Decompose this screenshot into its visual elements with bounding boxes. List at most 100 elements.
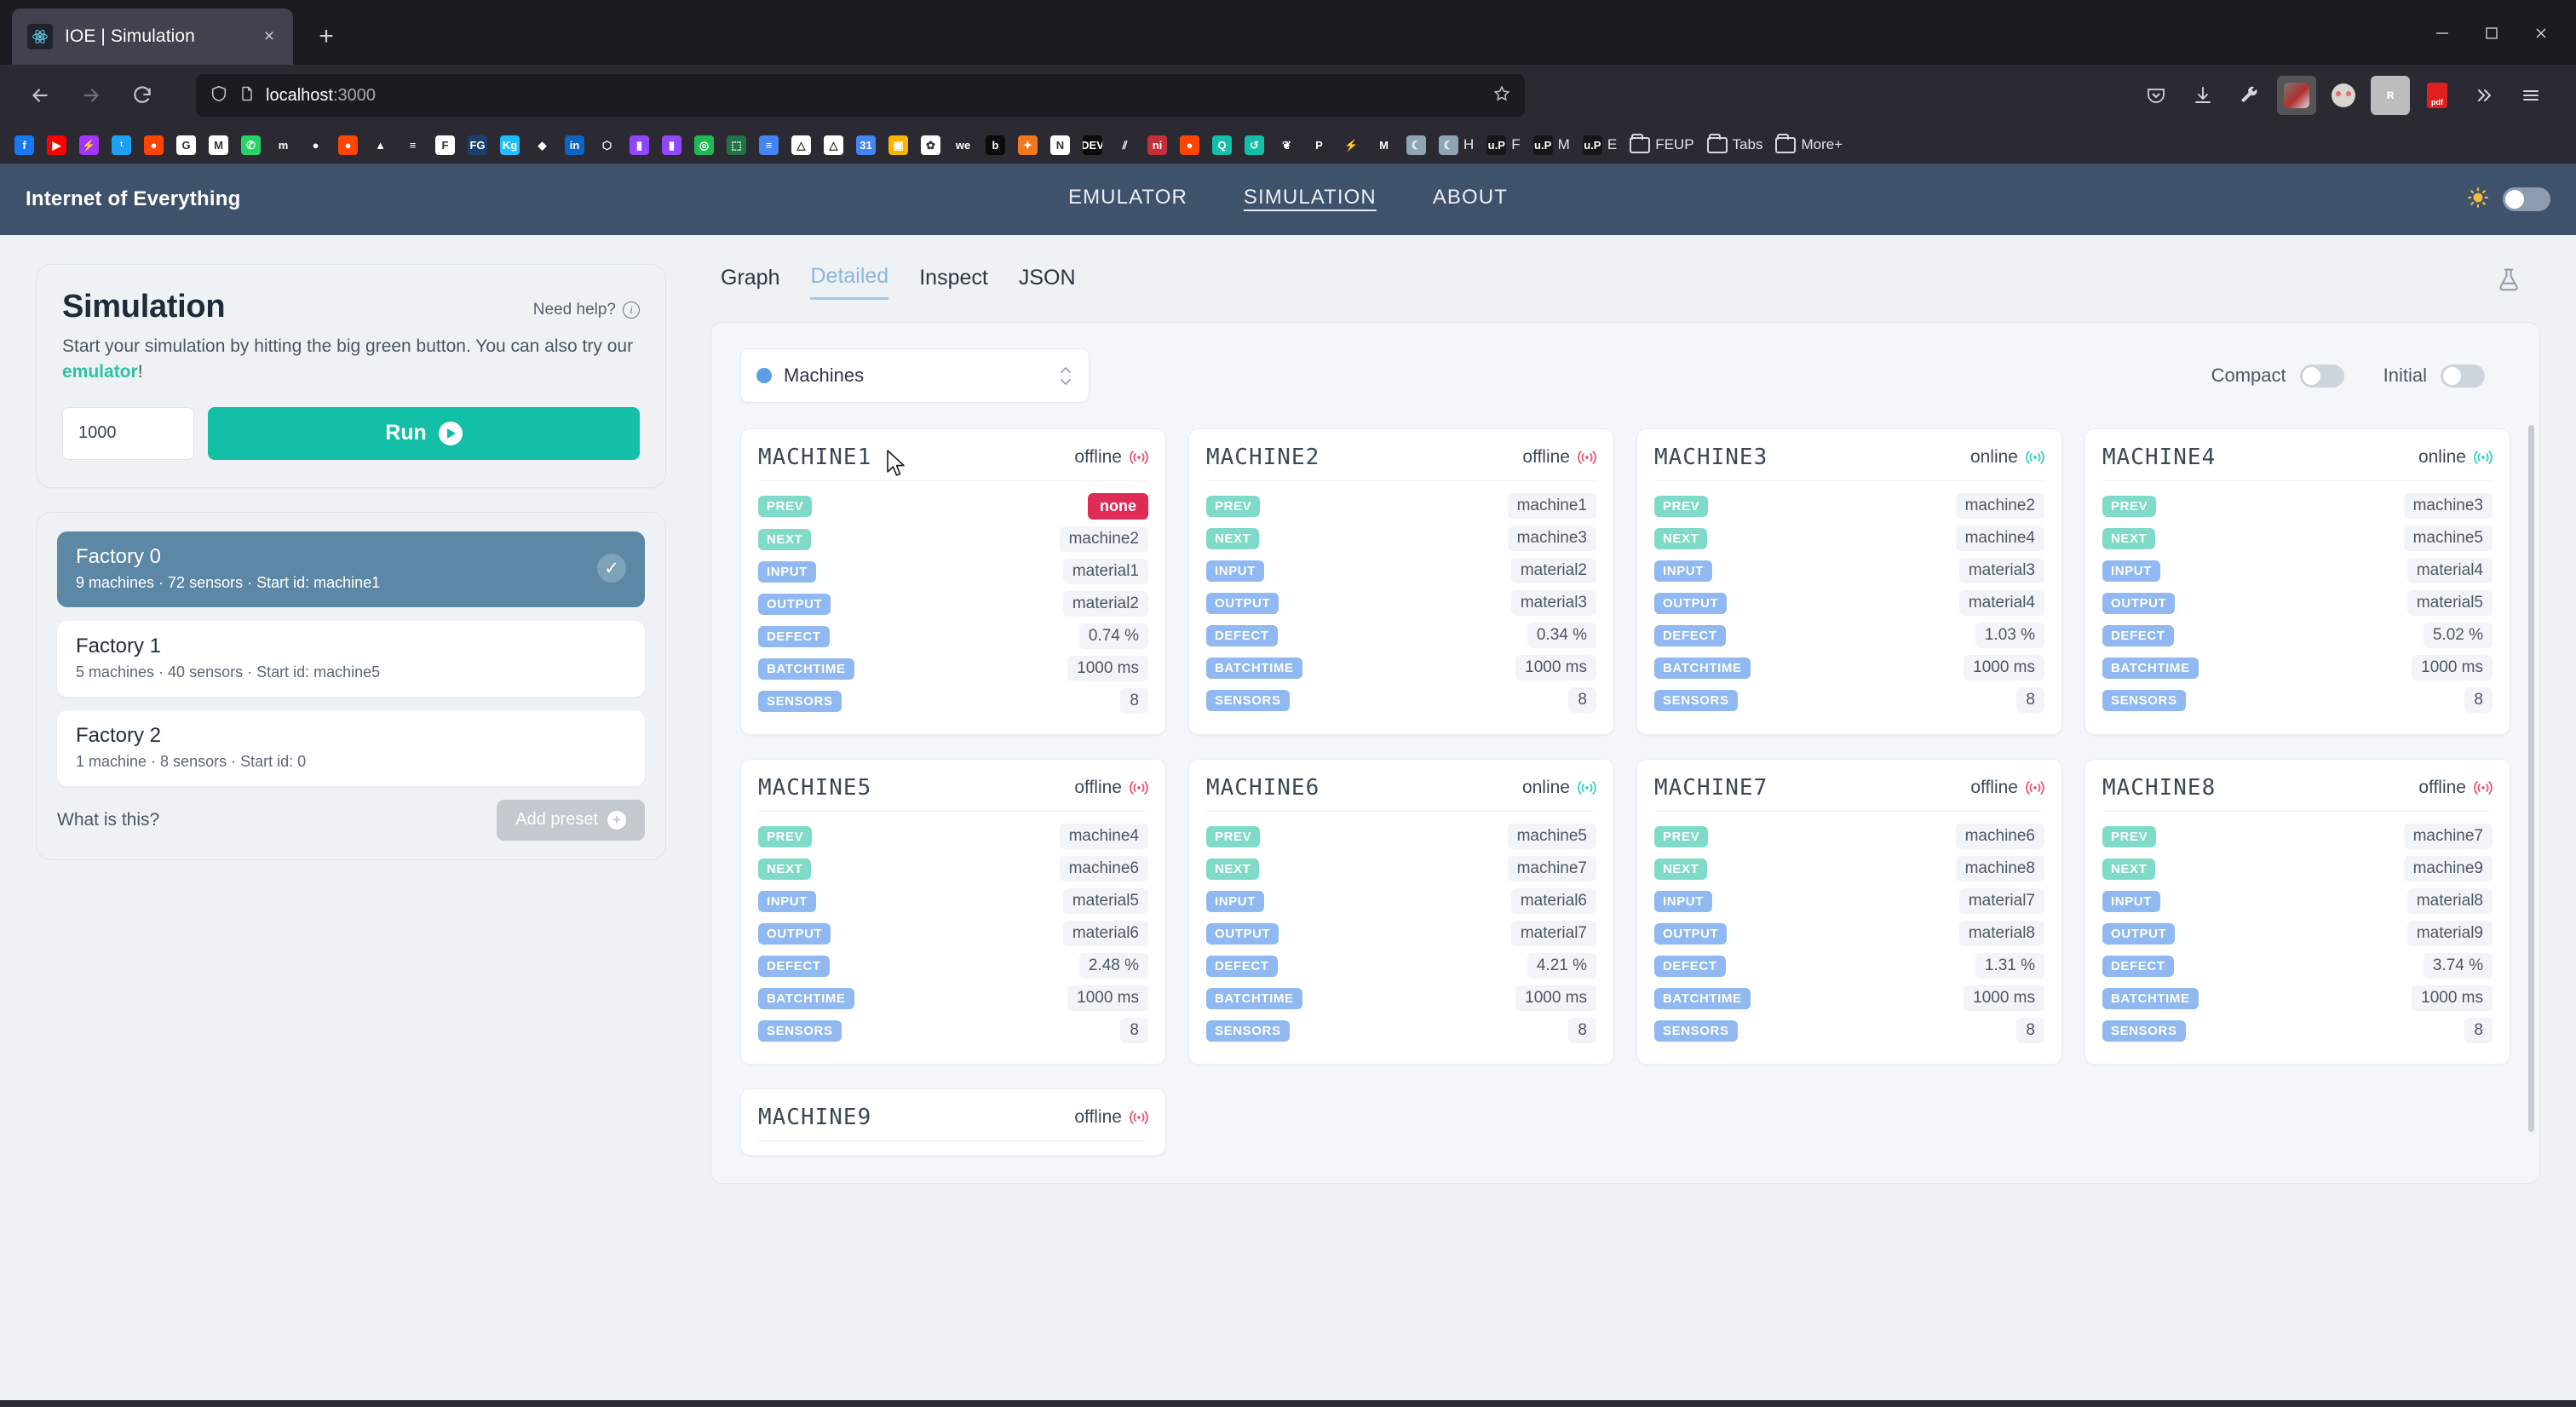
bookmark-item[interactable]: f: [10, 133, 38, 158]
bookmark-item[interactable]: ✆: [237, 133, 265, 158]
extension3-icon[interactable]: ʀ: [2371, 76, 2410, 115]
bookmark-item[interactable]: ◆: [528, 133, 556, 158]
machine-card[interactable]: MACHINE4 online PREV machine3 NEXT machine5 IN…: [2084, 428, 2510, 735]
machine-card[interactable]: MACHINE3 online PREV machine2 NEXT machine4 IN…: [1636, 428, 2062, 735]
bookmark-item[interactable]: P: [1305, 133, 1333, 158]
preset-item[interactable]: Factory 0 9 machines · 72 sensors · Start…: [57, 531, 645, 607]
bookmark-item[interactable]: Kg: [496, 133, 524, 158]
bookmark-item[interactable]: M: [1370, 133, 1398, 158]
preset-item[interactable]: Factory 2 1 machine · 8 sensors · Start i…: [57, 709, 645, 786]
nav-link-emulator[interactable]: EMULATOR: [1068, 186, 1187, 214]
bookmark-item[interactable]: 31: [852, 133, 880, 158]
bookmark-item[interactable]: ❦: [1273, 133, 1301, 158]
machine-card[interactable]: MACHINE2 offline PREV machine1 NEXT machine3 I…: [1188, 428, 1614, 735]
bookmark-item[interactable]: DEV: [1078, 133, 1107, 158]
iteration-count-input[interactable]: [62, 406, 194, 460]
bookmark-item[interactable]: we: [949, 133, 977, 158]
bookmark-item[interactable]: ⚡: [1337, 133, 1366, 158]
bookmark-item[interactable]: ᵗ: [107, 133, 135, 158]
pdf-icon[interactable]: pdf: [2418, 76, 2457, 115]
tab-json[interactable]: JSON: [1019, 266, 1076, 299]
bookmark-item[interactable]: FG: [463, 133, 492, 158]
bookmark-item[interactable]: m: [269, 133, 297, 158]
bookmark-item[interactable]: u.P E: [1578, 133, 1621, 158]
close-tab-icon[interactable]: ×: [257, 25, 281, 49]
bookmark-item[interactable]: F: [431, 133, 459, 158]
bookmark-item[interactable]: ≡: [755, 133, 783, 158]
bookmark-item[interactable]: Q: [1208, 133, 1236, 158]
bookmark-item[interactable]: ▮: [625, 133, 653, 158]
reload-icon[interactable]: [121, 74, 164, 117]
flask-icon[interactable]: [2496, 267, 2540, 297]
nav-link-about[interactable]: ABOUT: [1433, 186, 1508, 214]
need-help-link[interactable]: Need help? i: [533, 289, 640, 319]
run-button[interactable]: Run: [208, 406, 640, 460]
bookmark-folder[interactable]: Tabs: [1703, 133, 1768, 156]
bookmark-item[interactable]: ⬚: [722, 133, 750, 158]
bookmark-item[interactable]: ☾ H: [1435, 133, 1478, 158]
nav-link-simulation[interactable]: SIMULATION: [1244, 186, 1377, 214]
toggle-initial[interactable]: [2441, 364, 2485, 388]
machine-card[interactable]: MACHINE5 offline PREV machine4 NEXT machine6 I…: [740, 759, 1166, 1065]
bookmark-item[interactable]: in: [561, 133, 589, 158]
stepper-icon[interactable]: [1058, 366, 1073, 386]
tab-detailed[interactable]: Detailed: [810, 264, 889, 300]
bookmark-item[interactable]: M: [204, 133, 233, 158]
bookmark-item[interactable]: G: [172, 133, 200, 158]
wrench-icon[interactable]: [2230, 76, 2269, 115]
overflow-icon[interactable]: [2464, 76, 2504, 115]
browser-tab[interactable]: IOE | Simulation ×: [12, 9, 293, 65]
extension2-icon[interactable]: [2324, 76, 2363, 115]
bookmark-item[interactable]: ●: [302, 133, 330, 158]
minimize-button[interactable]: [2418, 14, 2467, 53]
bookmark-item[interactable]: △: [819, 133, 848, 158]
bookmark-item[interactable]: ✦: [1014, 133, 1042, 158]
theme-switcher[interactable]: [2467, 187, 2550, 213]
bookmark-item[interactable]: ↺: [1240, 133, 1268, 158]
new-tab-button[interactable]: +: [305, 15, 348, 58]
bookmark-folder[interactable]: More+: [1771, 133, 1847, 156]
bookmark-item[interactable]: ●: [1176, 133, 1204, 158]
downloads-icon[interactable]: [2183, 76, 2222, 115]
address-bar[interactable]: localhost:3000: [196, 74, 1525, 117]
bookmark-item[interactable]: u.P F: [1482, 133, 1524, 158]
bookmark-item[interactable]: ▮: [658, 133, 686, 158]
bookmark-item[interactable]: ▣: [884, 133, 912, 158]
machine-card[interactable]: MACHINE9 offline: [740, 1088, 1166, 1156]
pocket-icon[interactable]: [2136, 76, 2176, 115]
bookmark-star-icon[interactable]: [1492, 84, 1511, 107]
add-preset-button[interactable]: Add preset +: [497, 799, 645, 841]
emulator-link[interactable]: emulator: [62, 362, 138, 382]
bookmark-item[interactable]: ☾: [1402, 133, 1430, 158]
machine-card[interactable]: MACHINE7 offline PREV machine6 NEXT machine8 I…: [1636, 759, 2062, 1065]
tab-inspect[interactable]: Inspect: [919, 266, 988, 299]
machine-card[interactable]: MACHINE1 offline PREV none NEXT machine2 INPUT…: [740, 428, 1166, 735]
bookmark-item[interactable]: N: [1046, 133, 1074, 158]
bookmark-item[interactable]: b: [981, 133, 1009, 158]
bookmark-item[interactable]: ◎: [690, 133, 718, 158]
bookmark-item[interactable]: △: [787, 133, 815, 158]
machine-card[interactable]: MACHINE6 online PREV machine5 NEXT machine7 IN…: [1188, 759, 1614, 1065]
bookmark-item[interactable]: ✿: [917, 133, 945, 158]
bookmark-item[interactable]: u.P M: [1529, 133, 1574, 158]
bookmark-item[interactable]: ni: [1143, 133, 1171, 158]
bookmark-folder[interactable]: FEUP: [1625, 133, 1698, 156]
machine-grid-scrollbar[interactable]: [2528, 425, 2534, 1132]
bookmark-item[interactable]: ≡: [399, 133, 427, 158]
bookmark-item[interactable]: ⚡: [75, 133, 103, 158]
back-icon[interactable]: [19, 74, 61, 117]
maximize-button[interactable]: [2467, 14, 2516, 53]
bookmark-item[interactable]: ⫽: [1111, 133, 1139, 158]
tab-graph[interactable]: Graph: [721, 266, 779, 299]
bookmark-item[interactable]: ⬡: [593, 133, 621, 158]
preset-item[interactable]: Factory 1 5 machines · 40 sensors · Start…: [57, 620, 645, 697]
what-is-this-link[interactable]: What is this?: [57, 810, 159, 830]
machine-card[interactable]: MACHINE8 offline PREV machine7 NEXT machine9 I…: [2084, 759, 2510, 1065]
bookmark-item[interactable]: ▲: [366, 133, 394, 158]
extension-icon[interactable]: [2277, 76, 2316, 115]
toggle-compact[interactable]: [2299, 364, 2344, 388]
close-window-button[interactable]: [2516, 14, 2566, 53]
menu-icon[interactable]: [2511, 76, 2550, 115]
theme-toggle[interactable]: [2503, 187, 2550, 211]
bookmark-item[interactable]: ●: [334, 133, 362, 158]
